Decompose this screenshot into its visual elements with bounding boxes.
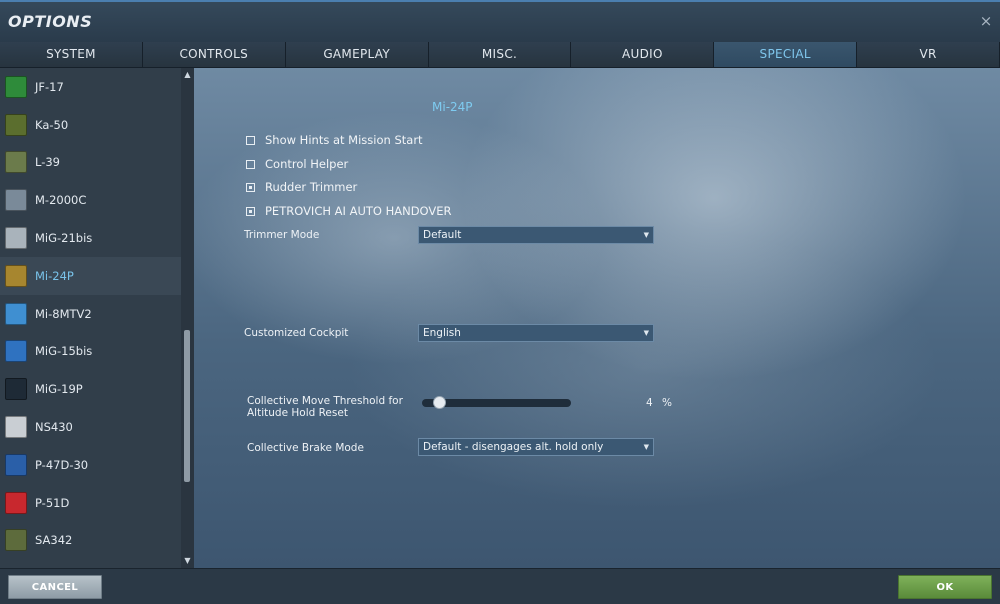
checkmark-icon <box>249 209 252 213</box>
mi8mtv2-icon <box>5 302 27 325</box>
sidebar-item-label: NS430 <box>35 420 73 435</box>
close-icon[interactable]: × <box>978 13 994 29</box>
trimmer-mode-value: Default <box>423 229 462 241</box>
checkbox-label: Control Helper <box>265 157 349 171</box>
mi24p-icon <box>5 264 27 287</box>
sidebar-item-label: SA342 <box>35 533 73 548</box>
rudder-trimmer-checkbox[interactable]: Rudder Trimmer <box>246 179 357 195</box>
tab-special[interactable]: SPECIAL <box>714 42 858 68</box>
tab-system[interactable]: SYSTEM <box>0 42 143 68</box>
sidebar-item-mi-24p[interactable]: Mi-24P <box>0 256 181 295</box>
checkbox-box[interactable] <box>246 159 255 169</box>
tab-gameplay[interactable]: GAMEPLAY <box>285 42 429 68</box>
collective-brake-label: Collective Brake Mode <box>247 442 364 454</box>
sidebar-item-p-51d[interactable]: P-51D <box>0 484 181 522</box>
customized-cockpit-select[interactable]: English ▼ <box>418 324 654 342</box>
sidebar-item-label: Ka-50 <box>35 117 69 132</box>
tab-vr[interactable]: VR <box>857 42 1000 68</box>
tab-bar: SYSTEM CONTROLS GAMEPLAY MISC. AUDIO SPE… <box>0 42 1000 68</box>
sidebar-item-label: MiG-21bis <box>35 231 93 246</box>
footer-bar: CANCEL OK <box>0 568 1000 604</box>
checkbox-box[interactable] <box>246 135 255 145</box>
chevron-down-icon: ▼ <box>643 231 649 239</box>
scroll-down-icon[interactable]: ▼ <box>181 556 194 566</box>
collective-threshold-label: Collective Move Threshold for Altitude H… <box>247 395 403 419</box>
sidebar-item-label: P-51D <box>35 495 70 510</box>
sidebar-item-p-47d-30[interactable]: P-47D-30 <box>0 446 181 484</box>
sidebar-item-mi-8mtv2[interactable]: Mi-8MTV2 <box>0 295 181 333</box>
p47d30-icon <box>5 453 27 476</box>
trimmer-mode-select[interactable]: Default ▼ <box>418 226 654 244</box>
l39-icon <box>5 151 27 174</box>
checkbox-box[interactable] <box>246 182 255 192</box>
module-sidebar: JF-17 Ka-50 L-39 M-2000C MiG-21bis Mi-24P Mi-8… <box>0 68 194 568</box>
collective-brake-value: Default - disengages alt. hold only <box>423 441 604 453</box>
trimmer-mode-label: Trimmer Mode <box>244 229 320 241</box>
collective-threshold-label-line1: Collective Move Threshold for <box>247 395 403 407</box>
window-title: OPTIONS <box>8 12 93 31</box>
sidebar-item-label: L-39 <box>35 155 60 170</box>
chevron-down-icon: ▼ <box>643 329 649 337</box>
mig21bis-icon <box>5 227 27 250</box>
collective-threshold-value: 4 <box>646 397 653 409</box>
sidebar-item-label: Mi-24P <box>35 268 74 283</box>
jf17-icon <box>5 75 27 98</box>
customized-cockpit-value: English <box>423 327 461 339</box>
show-hints-checkbox[interactable]: Show Hints at Mission Start <box>246 132 423 148</box>
m2000c-icon <box>5 189 27 212</box>
sidebar-item-label: M-2000C <box>35 193 87 208</box>
tab-controls[interactable]: CONTROLS <box>142 42 286 68</box>
scroll-thumb[interactable] <box>184 330 190 482</box>
petrovich-handover-checkbox[interactable]: PETROVICH AI AUTO HANDOVER <box>246 203 452 219</box>
sidebar-item-jf-17[interactable]: JF-17 <box>0 68 181 106</box>
module-list: JF-17 Ka-50 L-39 M-2000C MiG-21bis Mi-24P Mi-8… <box>0 68 181 559</box>
control-helper-checkbox[interactable]: Control Helper <box>246 156 348 172</box>
settings-panel: Mi-24P Show Hints at Mission Start Contr… <box>194 68 1000 568</box>
slider-handle[interactable] <box>433 396 447 409</box>
collective-threshold-label-line2: Altitude Hold Reset <box>247 407 348 419</box>
mig15bis-icon <box>5 340 27 363</box>
tab-misc[interactable]: MISC. <box>428 42 572 68</box>
sidebar-item-label: JF-17 <box>35 79 64 94</box>
checkbox-label: PETROVICH AI AUTO HANDOVER <box>265 204 452 218</box>
sa342-icon <box>5 529 27 552</box>
checkmark-icon <box>249 185 252 189</box>
sidebar-item-sa342[interactable]: SA342 <box>0 522 181 560</box>
customized-cockpit-label: Customized Cockpit <box>244 327 349 339</box>
sidebar-item-label: P-47D-30 <box>35 457 89 472</box>
ns430-icon <box>5 416 27 439</box>
sidebar-item-mig-19p[interactable]: MiG-19P <box>0 370 181 408</box>
ok-button[interactable]: OK <box>898 575 992 599</box>
tab-audio[interactable]: AUDIO <box>571 42 715 68</box>
mig19p-icon <box>5 378 27 401</box>
sidebar-item-ka-50[interactable]: Ka-50 <box>0 106 181 144</box>
cancel-button[interactable]: CANCEL <box>8 575 102 599</box>
checkbox-label: Show Hints at Mission Start <box>265 133 423 147</box>
sidebar-item-label: MiG-19P <box>35 382 83 397</box>
checkbox-label: Rudder Trimmer <box>265 180 358 194</box>
collective-threshold-unit: % <box>662 397 672 409</box>
collective-threshold-slider[interactable] <box>422 396 571 409</box>
sidebar-item-ns430[interactable]: NS430 <box>0 408 181 446</box>
aircraft-title: Mi-24P <box>432 100 473 114</box>
title-bar: OPTIONS × <box>0 0 1000 42</box>
sidebar-item-l-39[interactable]: L-39 <box>0 144 181 182</box>
sidebar-item-mig-21bis[interactable]: MiG-21bis <box>0 219 181 257</box>
checkbox-box[interactable] <box>246 206 255 216</box>
sidebar-item-label: MiG-15bis <box>35 344 93 359</box>
sidebar-item-m-2000c[interactable]: M-2000C <box>0 181 181 219</box>
p51d-icon <box>5 491 27 514</box>
chevron-down-icon: ▼ <box>643 443 649 451</box>
ka50-icon <box>5 113 27 136</box>
scroll-up-icon[interactable]: ▲ <box>181 70 194 80</box>
sidebar-scrollbar[interactable]: ▲ ▼ <box>181 68 194 568</box>
sidebar-item-label: Mi-8MTV2 <box>35 306 92 321</box>
collective-brake-select[interactable]: Default - disengages alt. hold only ▼ <box>418 438 654 456</box>
sidebar-item-mig-15bis[interactable]: MiG-15bis <box>0 333 181 371</box>
